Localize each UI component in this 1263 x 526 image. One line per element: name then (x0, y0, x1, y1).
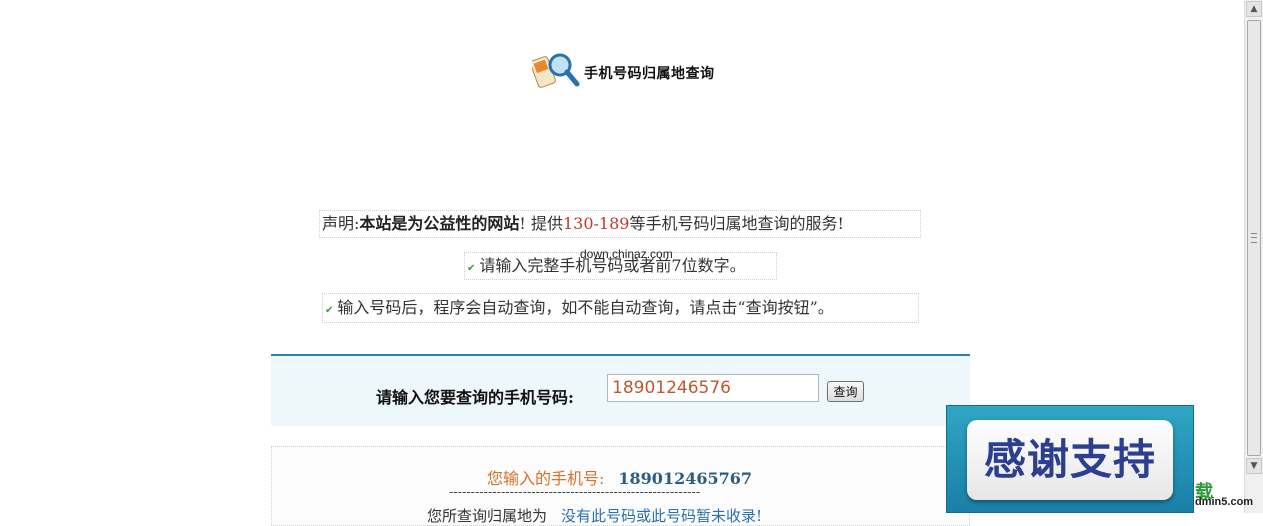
statement-prefix: 声明: (322, 214, 360, 233)
statement-suffix: 等手机号码归属地查询的服务! (629, 214, 844, 233)
grip-icon (1251, 233, 1257, 243)
page-title: 手机号码归属地查询 (584, 66, 715, 82)
vertical-scrollbar[interactable]: ▲ ▼ (1244, 0, 1263, 513)
result-divider: ----------------------------------------… (449, 485, 701, 499)
statement-notice: 声明:本站是为公益性的网站! 提供130-189等手机号码归属地查询的服务! (319, 210, 921, 238)
query-panel: 请输入您要查询的手机号码: 查询 (271, 354, 970, 426)
result-location-prefix: 您所查询归属地为 (427, 507, 548, 525)
scroll-down-arrow-icon[interactable]: ▼ (1246, 458, 1262, 474)
result-location-line: 您所查询归属地为 没有此号码或此号码暂未收录! (427, 505, 762, 526)
check-icon: ✔ (325, 305, 334, 316)
check-icon: ✔ (467, 263, 476, 274)
watermark-text: down.chinaz.com (580, 247, 673, 261)
result-location-link[interactable]: 没有此号码或此号码暂未收录! (561, 507, 762, 525)
auto-query-notice: ✔ 输入号码后，程序会自动查询，如不能自动查询，请点击“查询按钮”。 (322, 293, 919, 323)
statement-range: 130-189 (562, 214, 630, 233)
phone-number-input[interactable] (607, 374, 819, 402)
query-label: 请输入您要查询的手机号码: (376, 388, 574, 407)
phone-search-icon (530, 48, 580, 90)
statement-mid: ! 提供 (519, 214, 563, 233)
thanks-banner-text: 感谢支持 (967, 420, 1173, 500)
query-button[interactable]: 查询 (827, 381, 864, 402)
statement-bold: 本站是为公益性的网站 (359, 214, 520, 233)
scroll-up-arrow-icon[interactable]: ▲ (1246, 1, 1262, 17)
auto-query-text: 输入号码后，程序会自动查询，如不能自动查询，请点击“查询按钮”。 (337, 298, 834, 317)
side-domain-text: dmin5.com (1195, 496, 1254, 508)
scrollbar-thumb[interactable] (1247, 20, 1261, 456)
thanks-banner[interactable]: 感谢支持 (946, 405, 1194, 513)
result-panel: 您输入的手机号: 189012465767 -------------------… (271, 446, 970, 526)
